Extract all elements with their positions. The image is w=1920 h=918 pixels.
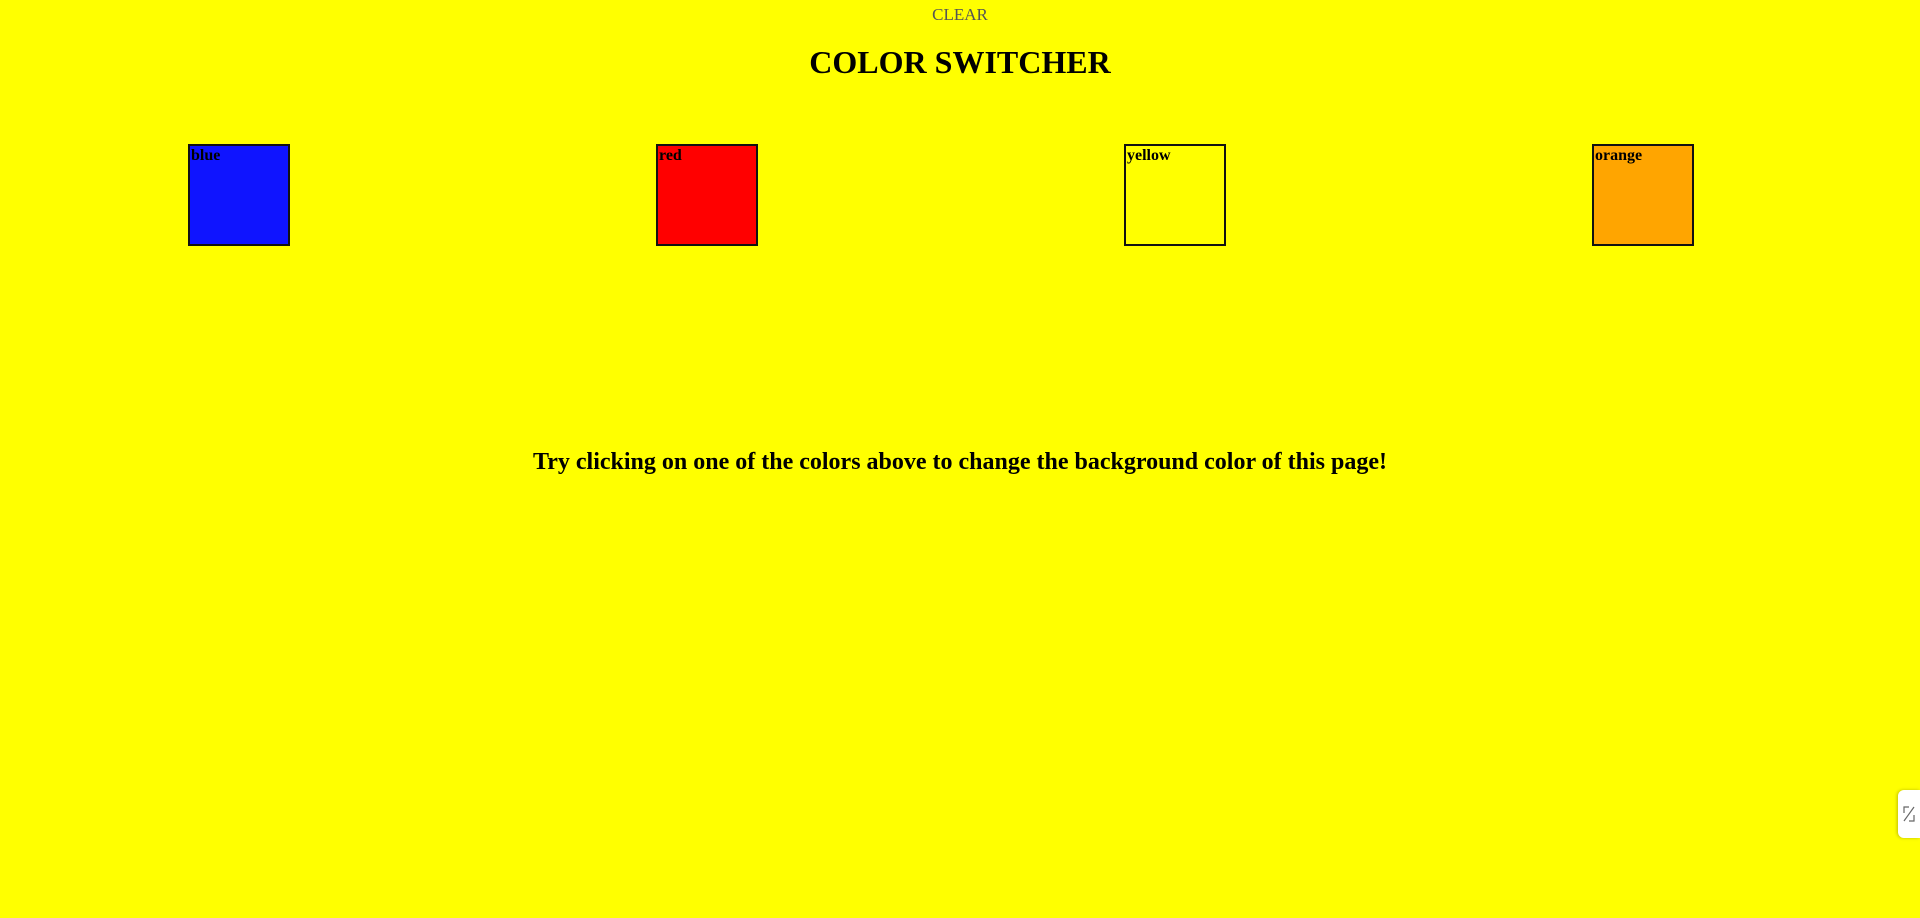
swatch-label: blue (191, 147, 221, 164)
swatch-yellow[interactable]: yellow (1124, 144, 1226, 246)
swatch-label: yellow (1127, 147, 1171, 164)
clear-button[interactable]: CLEAR (0, 4, 1920, 26)
color-swatches: blue red yellow orange (0, 144, 1920, 248)
page-title: COLOR SWITCHER (809, 44, 1111, 80)
collapse-arrows-icon (1903, 806, 1915, 822)
swatch-orange[interactable]: orange (1592, 144, 1694, 246)
side-panel-tab[interactable] (1898, 790, 1920, 838)
swatch-label: orange (1595, 147, 1643, 164)
swatch-red[interactable]: red (656, 144, 758, 246)
instructions-text: Try clicking on one of the colors above … (533, 449, 1387, 475)
swatch-label: red (659, 147, 682, 164)
swatch-blue[interactable]: blue (188, 144, 290, 246)
